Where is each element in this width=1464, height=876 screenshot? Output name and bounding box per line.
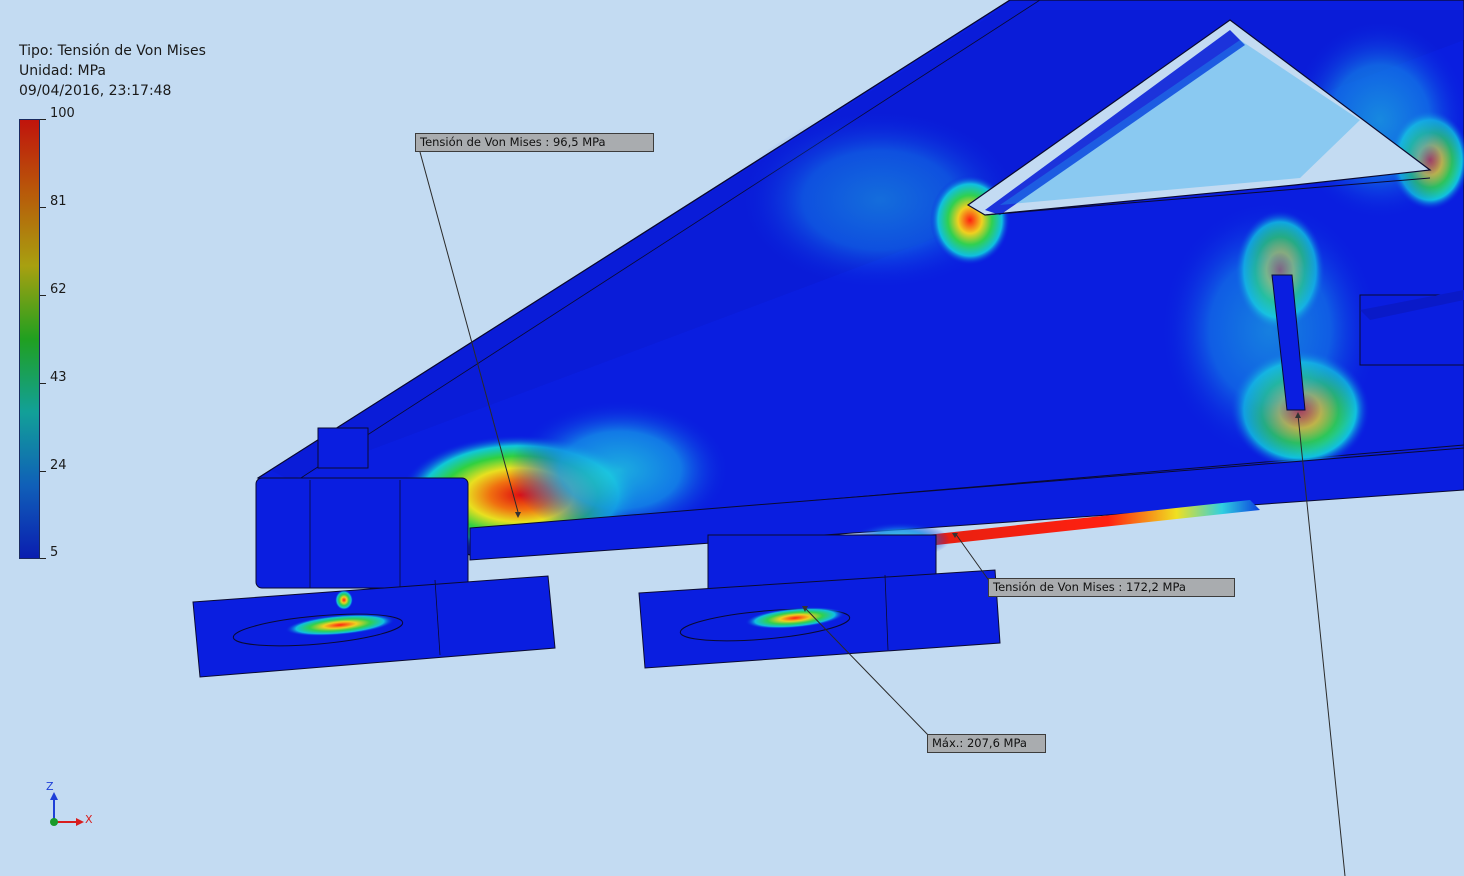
result-type-label: Tipo: Tensión de Von Mises <box>19 43 206 59</box>
result-unit-label: Unidad: MPa <box>19 63 107 79</box>
color-scale-label: 43 <box>50 370 67 385</box>
color-scale-label-min: 5 <box>50 545 59 560</box>
color-scale-tick <box>40 471 46 472</box>
z-axis-label: Z <box>46 780 54 793</box>
color-scale-tick <box>40 383 46 384</box>
probe-label-172[interactable]: Tensión de Von Mises : 172,2 MPa <box>988 578 1235 597</box>
color-scale-tick <box>40 558 46 559</box>
color-scale-label: 81 <box>50 194 67 209</box>
color-scale-label: 62 <box>50 282 67 297</box>
x-axis-label: X <box>85 813 93 826</box>
color-scale-tick <box>40 207 46 208</box>
origin-dot <box>50 818 58 826</box>
color-scale-label: 24 <box>50 458 67 473</box>
color-scale-label-max: 100 <box>50 106 75 121</box>
result-timestamp: 09/04/2016, 23:17:48 <box>19 83 172 99</box>
color-scale-tick <box>40 119 46 120</box>
color-scale-tick <box>40 295 46 296</box>
stress-color-scale <box>19 119 40 559</box>
model-viewport[interactable] <box>0 0 1464 876</box>
right-support-block <box>638 534 1001 669</box>
axis-triad[interactable] <box>50 792 84 826</box>
max-stress-label[interactable]: Máx.: 207,6 MPa <box>927 734 1046 753</box>
probe-label-96[interactable]: Tensión de Von Mises : 96,5 MPa <box>415 133 654 152</box>
